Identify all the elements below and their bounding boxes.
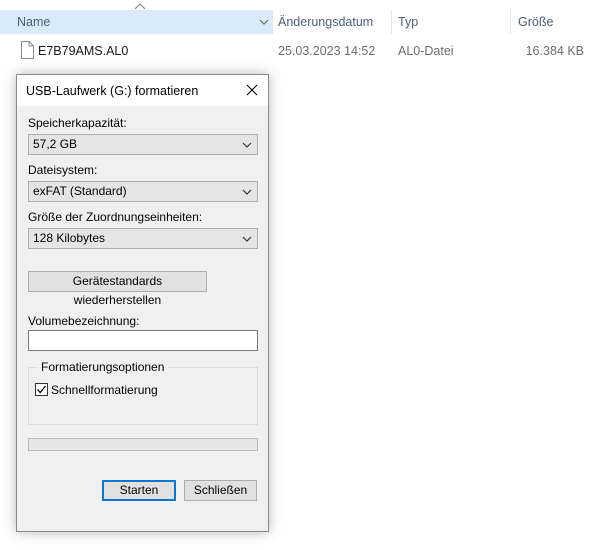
capacity-select[interactable]: 57,2 GB	[28, 134, 258, 155]
column-header-name[interactable]: Name	[0, 3, 272, 34]
allocation-size-select[interactable]: 128 Kilobytes	[28, 228, 258, 249]
restore-defaults-button[interactable]: Gerätestandards wiederherstellen	[28, 271, 207, 307]
dialog-title: USB-Laufwerk (G:) formatieren	[26, 84, 199, 98]
close-icon	[246, 84, 258, 96]
file-row[interactable]: E7B79AMS.AL0 25.03.2023 14:52 AL0-Datei …	[0, 40, 600, 62]
format-progress-bar	[28, 438, 258, 451]
allocation-size-label: Größe der Zuordnungseinheiten:	[28, 210, 203, 224]
format-options-title: Formatierungsoptionen	[37, 360, 169, 374]
file-type: AL0-Datei	[398, 44, 454, 58]
filesystem-select[interactable]: exFAT (Standard)	[28, 181, 258, 202]
file-name: E7B79AMS.AL0	[38, 44, 129, 58]
close-button[interactable]	[240, 78, 264, 102]
volume-label-label: Volumebezeichnung:	[28, 314, 140, 328]
column-header-name-label: Name	[17, 15, 51, 29]
start-button[interactable]: Starten	[102, 480, 176, 501]
column-header-date[interactable]: Änderungsdatum	[278, 10, 388, 34]
column-divider[interactable]	[272, 10, 273, 34]
chevron-down-icon	[242, 142, 252, 148]
format-dialog: USB-Laufwerk (G:) formatieren Speicherka…	[16, 74, 269, 532]
chevron-down-icon	[242, 236, 252, 242]
column-divider[interactable]	[391, 10, 392, 34]
column-header-size[interactable]: Größe	[518, 10, 598, 34]
column-header-date-label: Änderungsdatum	[278, 15, 374, 29]
capacity-label: Speicherkapazität:	[28, 116, 127, 130]
close-dialog-button[interactable]: Schließen	[184, 480, 257, 501]
allocation-size-value: 128 Kilobytes	[33, 231, 106, 245]
filesystem-value: exFAT (Standard)	[33, 184, 127, 198]
column-header-type-label: Typ	[398, 15, 419, 29]
chevron-down-icon[interactable]	[259, 17, 269, 27]
file-size: 16.384 KB	[525, 44, 584, 58]
sort-ascending-icon	[134, 3, 146, 10]
dialog-titlebar[interactable]: USB-Laufwerk (G:) formatieren	[17, 75, 268, 106]
filesystem-label: Dateisystem:	[28, 163, 98, 177]
column-header-size-label: Größe	[518, 15, 554, 29]
checkmark-icon	[37, 385, 47, 394]
chevron-down-icon	[242, 189, 252, 195]
file-date: 25.03.2023 14:52	[278, 44, 376, 58]
capacity-value: 57,2 GB	[33, 137, 78, 151]
column-header-type[interactable]: Typ	[398, 10, 498, 34]
volume-label-input[interactable]	[28, 330, 258, 351]
format-options-group: Formatierungsoptionen Schnellformatierun…	[28, 360, 258, 425]
column-divider[interactable]	[510, 10, 511, 34]
file-icon	[21, 41, 34, 59]
quick-format-label[interactable]: Schnellformatierung	[51, 383, 158, 397]
quick-format-checkbox[interactable]	[35, 383, 48, 396]
